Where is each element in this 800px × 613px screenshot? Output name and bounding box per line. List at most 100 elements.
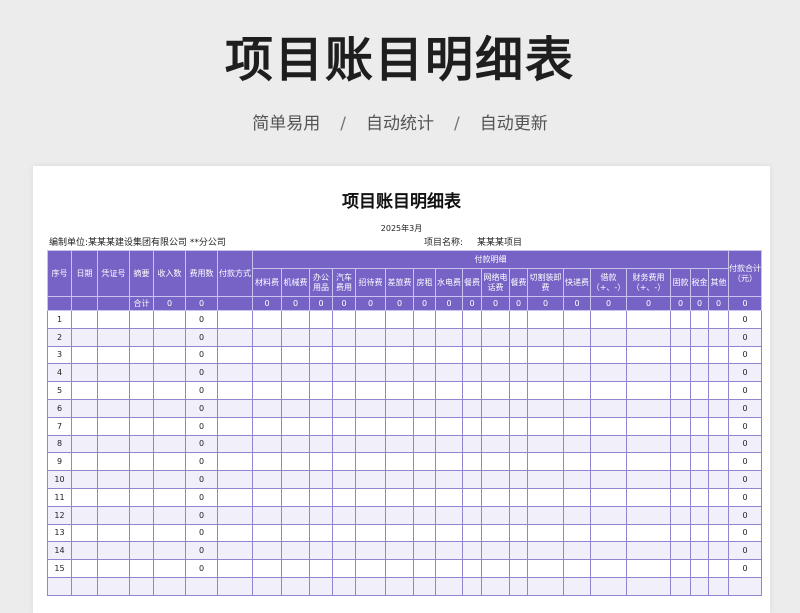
table-cell[interactable]	[563, 398, 591, 418]
row-seq[interactable]: 14	[47, 541, 72, 561]
table-cell[interactable]	[71, 541, 98, 561]
table-cell[interactable]	[217, 487, 253, 507]
table-cell[interactable]	[309, 363, 333, 383]
table-cell[interactable]	[413, 541, 436, 561]
table-cell[interactable]	[281, 434, 310, 454]
table-cell[interactable]	[355, 434, 386, 454]
table-cell[interactable]	[670, 327, 691, 347]
table-cell[interactable]	[252, 487, 282, 507]
table-cell[interactable]	[481, 541, 510, 561]
table-cell[interactable]	[252, 541, 282, 561]
table-cell[interactable]	[129, 452, 154, 472]
table-cell[interactable]	[563, 327, 591, 347]
table-cell[interactable]	[590, 345, 627, 365]
table-cell[interactable]	[217, 576, 253, 596]
table-cell[interactable]	[527, 576, 564, 596]
table-cell[interactable]	[509, 559, 528, 578]
table-cell[interactable]	[309, 505, 333, 525]
table-cell[interactable]	[71, 487, 98, 507]
row-seq[interactable]: 11	[47, 487, 72, 507]
table-cell[interactable]	[129, 363, 154, 383]
table-cell[interactable]	[97, 541, 130, 561]
row-pay-total[interactable]: 0	[728, 398, 762, 418]
row-expense[interactable]: 0	[185, 310, 218, 329]
table-cell[interactable]	[690, 523, 709, 543]
row-seq[interactable]: 12	[47, 505, 72, 525]
table-cell[interactable]	[626, 363, 671, 383]
table-cell[interactable]	[217, 327, 253, 347]
table-cell[interactable]	[670, 416, 691, 436]
table-cell[interactable]	[309, 470, 333, 489]
table-cell[interactable]	[252, 505, 282, 525]
table-cell[interactable]	[481, 452, 510, 472]
table-cell[interactable]	[690, 327, 709, 347]
table-cell[interactable]	[563, 505, 591, 525]
table-cell[interactable]	[217, 416, 253, 436]
table-cell[interactable]	[413, 487, 436, 507]
table-cell[interactable]	[563, 559, 591, 578]
table-cell[interactable]	[481, 523, 510, 543]
table-cell[interactable]	[590, 541, 627, 561]
table-cell[interactable]	[509, 541, 528, 561]
row-pay-total[interactable]: 0	[728, 310, 762, 329]
table-cell[interactable]	[252, 398, 282, 418]
table-cell[interactable]	[217, 363, 253, 383]
table-cell[interactable]	[462, 416, 482, 436]
table-cell[interactable]	[355, 345, 386, 365]
table-cell[interactable]	[153, 327, 186, 347]
table-cell[interactable]	[563, 363, 591, 383]
table-cell[interactable]	[385, 363, 414, 383]
table-cell[interactable]	[281, 381, 310, 400]
row-seq[interactable]: 2	[47, 327, 72, 347]
table-cell[interactable]	[71, 505, 98, 525]
table-cell[interactable]	[97, 345, 130, 365]
table-cell[interactable]	[626, 416, 671, 436]
table-cell[interactable]	[217, 505, 253, 525]
table-cell[interactable]	[97, 505, 130, 525]
table-cell[interactable]	[309, 452, 333, 472]
table-cell[interactable]	[626, 541, 671, 561]
table-cell[interactable]	[355, 541, 386, 561]
table-cell[interactable]	[590, 310, 627, 329]
row-pay-total[interactable]: 0	[728, 541, 762, 561]
row-pay-total[interactable]: 0	[728, 559, 762, 578]
table-cell[interactable]	[332, 310, 356, 329]
table-cell[interactable]	[413, 523, 436, 543]
table-cell[interactable]	[509, 576, 528, 596]
table-cell[interactable]	[129, 541, 154, 561]
table-cell[interactable]	[590, 416, 627, 436]
table-cell[interactable]	[509, 398, 528, 418]
table-cell[interactable]	[481, 434, 510, 454]
table-cell[interactable]	[129, 327, 154, 347]
table-cell[interactable]	[281, 523, 310, 543]
table-cell[interactable]	[509, 434, 528, 454]
table-cell[interactable]	[153, 487, 186, 507]
table-cell[interactable]	[708, 523, 729, 543]
table-cell[interactable]	[708, 470, 729, 489]
table-cell[interactable]	[153, 576, 186, 596]
table-cell[interactable]	[332, 559, 356, 578]
table-cell[interactable]	[563, 470, 591, 489]
table-cell[interactable]	[670, 470, 691, 489]
table-cell[interactable]	[670, 310, 691, 329]
row-pay-total[interactable]: 0	[728, 381, 762, 400]
table-cell[interactable]	[129, 345, 154, 365]
table-cell[interactable]	[153, 310, 186, 329]
table-cell[interactable]	[413, 470, 436, 489]
table-cell[interactable]	[563, 381, 591, 400]
row-seq[interactable]: 9	[47, 452, 72, 472]
table-cell[interactable]	[71, 327, 98, 347]
table-cell[interactable]	[690, 505, 709, 525]
table-cell[interactable]	[281, 327, 310, 347]
table-cell[interactable]	[332, 434, 356, 454]
table-cell[interactable]	[153, 505, 186, 525]
table-cell[interactable]	[527, 505, 564, 525]
table-cell[interactable]	[626, 470, 671, 489]
table-cell[interactable]	[690, 310, 709, 329]
table-cell[interactable]	[413, 452, 436, 472]
table-cell[interactable]	[97, 487, 130, 507]
table-cell[interactable]	[626, 523, 671, 543]
table-cell[interactable]	[509, 310, 528, 329]
table-cell[interactable]	[435, 363, 463, 383]
table-cell[interactable]	[97, 452, 130, 472]
